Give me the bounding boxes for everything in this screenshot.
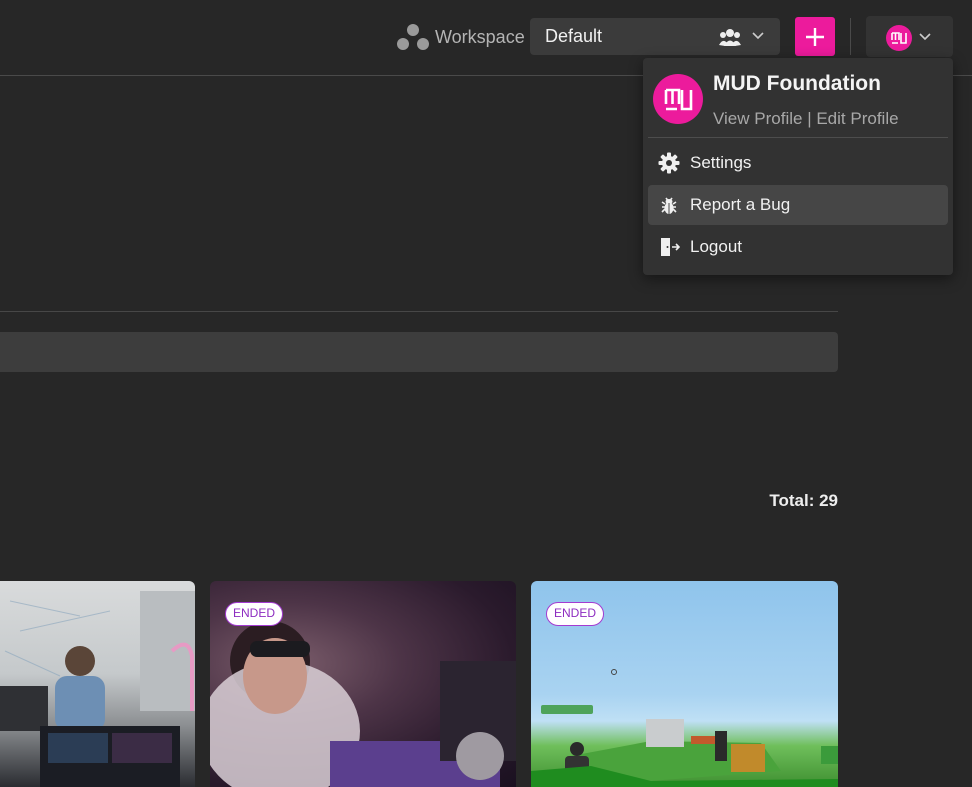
profile-links-separator: |: [807, 109, 812, 128]
menu-item-report-bug[interactable]: Report a Bug: [648, 185, 948, 225]
menu-separator: [648, 137, 948, 138]
bug-icon: [661, 197, 677, 214]
event-thumbnail: [0, 591, 195, 787]
profile-dropdown-menu: MUD Foundation View Profile | Edit Profi…: [643, 58, 953, 275]
status-badge: ENDED: [225, 602, 284, 626]
workspace-select-value: Default: [545, 26, 603, 46]
mud-logo-icon: [891, 32, 907, 44]
add-button[interactable]: [795, 17, 835, 56]
menu-item-label: Logout: [690, 237, 742, 256]
event-card[interactable]: [0, 581, 195, 787]
search-bar[interactable]: [0, 332, 838, 372]
workspace-select[interactable]: Default: [530, 18, 780, 55]
content-divider: [0, 311, 838, 312]
event-card[interactable]: ENDED: [210, 581, 516, 787]
profile-name: MUD Foundation: [713, 72, 881, 95]
chevron-down-icon: [919, 33, 931, 41]
total-count: Total: 29: [769, 491, 838, 510]
chevron-down-icon: [752, 32, 764, 40]
status-badge: ENDED: [546, 602, 605, 626]
header-separator: [850, 18, 851, 55]
workspace-logo-icon: [397, 24, 429, 50]
workspace-label: Workspace: [435, 27, 525, 47]
profile-links: View Profile | Edit Profile: [713, 109, 899, 129]
mud-logo-icon: [664, 88, 693, 111]
menu-item-label: Report a Bug: [690, 195, 791, 214]
gear-icon: [658, 152, 680, 174]
logout-icon: [661, 238, 680, 256]
event-card[interactable]: ENDED: [531, 581, 838, 787]
menu-item-logout[interactable]: Logout: [648, 227, 948, 267]
team-icon: [719, 29, 741, 46]
menu-item-settings[interactable]: Settings: [648, 143, 948, 183]
plus-icon: [806, 28, 824, 46]
profile-avatar: [653, 74, 703, 124]
user-menu-button[interactable]: [866, 16, 953, 57]
menu-item-label: Settings: [690, 153, 752, 172]
edit-profile-link[interactable]: Edit Profile: [816, 109, 898, 128]
avatar: [886, 25, 912, 51]
view-profile-link[interactable]: View Profile: [713, 109, 802, 128]
